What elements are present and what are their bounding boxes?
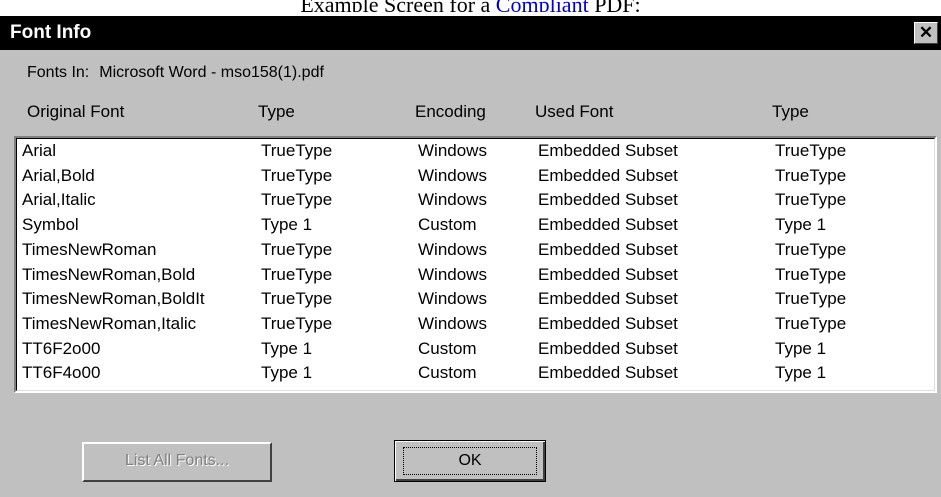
font-info-dialog: Font Info ✕ Fonts In: Microsoft Word - ms… — [0, 16, 941, 497]
cell-encoding: Windows — [418, 289, 487, 309]
table-row[interactable]: TT6F4o00 Type 1 Custom Embedded Subset Type … — [17, 361, 917, 385]
cell-encoding: Windows — [418, 165, 487, 185]
cell-original-font: TimesNewRoman,Italic — [22, 313, 197, 333]
cell-type: TrueType — [261, 141, 333, 160]
table-row[interactable]: Arial,Italic TrueType Windows Embedded Subs… — [17, 188, 917, 212]
cell-encoding: Custom — [418, 215, 477, 235]
caption-text-after: PDF: — [589, 0, 640, 12]
cell-used-type: Type 1 — [775, 215, 827, 235]
cell-type: TrueType — [261, 165, 333, 185]
close-button[interactable]: ✕ — [914, 22, 938, 44]
column-header-used-font: Used Font — [535, 102, 614, 121]
caption-text-before: Example Screen for a — [300, 0, 495, 12]
cell-used-font: Embedded Subset — [538, 289, 678, 309]
cell-used-type: TrueType — [775, 264, 847, 284]
cell-type: Type 1 — [261, 338, 313, 358]
cell-used-type: TrueType — [775, 165, 847, 185]
cell-original-font: Arial — [22, 141, 57, 160]
cell-used-type: TrueType — [775, 239, 847, 259]
ok-focus-rect: OK — [403, 447, 537, 475]
cell-used-font: Embedded Subset — [538, 363, 678, 383]
cell-type: Type 1 — [261, 215, 313, 235]
cell-used-type: TrueType — [775, 190, 847, 210]
title-bar[interactable]: Font Info ✕ — [0, 16, 941, 50]
cell-used-font: Embedded Subset — [538, 338, 678, 358]
cell-type: TrueType — [261, 264, 333, 284]
cell-type: Type 1 — [261, 363, 313, 383]
table-row[interactable]: TimesNewRoman TrueType Windows Embedded Sub… — [17, 238, 917, 262]
cell-encoding: Windows — [418, 141, 487, 160]
cell-original-font: Arial,Italic — [22, 190, 96, 210]
cell-used-type: TrueType — [775, 141, 847, 160]
cell-used-type: TrueType — [775, 313, 847, 333]
cell-used-type: Type 1 — [775, 338, 827, 358]
list-all-fonts-label: List All Fonts... — [124, 452, 230, 469]
font-list[interactable]: Arial TrueType Windows Embedded Subset TrueT… — [14, 136, 937, 393]
cell-original-font: Arial,Bold — [22, 165, 95, 185]
cell-encoding: Windows — [418, 190, 487, 210]
column-header-used-type: Type — [772, 102, 809, 121]
cell-original-font: TT6F4o00 — [22, 363, 101, 383]
cell-used-font: Embedded Subset — [538, 190, 678, 210]
ok-button[interactable]: OK — [394, 440, 546, 482]
fonts-in-label: Fonts In: — [27, 64, 90, 81]
fonts-in-line: Fonts In: Microsoft Word - mso158(1).pdf — [27, 64, 324, 82]
cell-original-font: TimesNewRoman — [22, 239, 157, 259]
cell-used-font: Embedded Subset — [538, 264, 678, 284]
column-header-original-font: Original Font — [27, 102, 125, 121]
cell-used-type: Type 1 — [775, 363, 827, 383]
cell-type: TrueType — [261, 190, 333, 210]
cell-used-type: TrueType — [775, 289, 847, 309]
table-row[interactable]: TT6F2o00 Type 1 Custom Embedded Subset Type … — [17, 337, 917, 361]
close-icon: ✕ — [918, 23, 934, 42]
cell-used-font: Embedded Subset — [538, 165, 678, 185]
cell-type: TrueType — [261, 239, 333, 259]
cell-type: TrueType — [261, 289, 333, 309]
cell-encoding: Windows — [418, 239, 487, 259]
caption-link[interactable]: Compliant — [496, 0, 589, 12]
cell-used-font: Embedded Subset — [538, 239, 678, 259]
cell-original-font: Symbol — [22, 215, 79, 235]
table-row[interactable]: TimesNewRoman,BoldIt TrueType Windows Embed… — [17, 287, 917, 311]
fonts-in-value: Microsoft Word - mso158(1).pdf — [99, 64, 324, 81]
ok-label: OK — [458, 452, 482, 469]
cell-used-font: Embedded Subset — [538, 215, 678, 235]
table-row[interactable]: Arial,Bold TrueType Windows Embedded Subset… — [17, 164, 917, 188]
table-row[interactable]: Symbol Type 1 Custom Embedded Subset Type 1 — [17, 213, 917, 237]
cell-encoding: Custom — [418, 338, 477, 358]
cell-type: TrueType — [261, 313, 333, 333]
column-header-encoding: Encoding — [415, 102, 486, 121]
cell-encoding: Windows — [418, 264, 487, 284]
cell-original-font: TimesNewRoman,BoldIt — [22, 289, 205, 309]
cell-encoding: Custom — [418, 363, 477, 383]
cell-used-font: Embedded Subset — [538, 313, 678, 333]
cell-original-font: TimesNewRoman,Bold — [22, 264, 196, 284]
page: Example Screen for a Compliant PDF: Font… — [0, 0, 941, 497]
table-row[interactable]: Arial TrueType Windows Embedded Subset TrueT… — [17, 139, 917, 163]
table-row[interactable]: TimesNewRoman,Italic TrueType Windows Embed… — [17, 312, 917, 336]
cell-used-font: Embedded Subset — [538, 141, 678, 160]
cell-encoding: Windows — [418, 313, 487, 333]
list-all-fonts-button[interactable]: List All Fonts... — [82, 442, 272, 482]
dialog-title: Font Info — [10, 22, 92, 43]
page-caption: Example Screen for a Compliant PDF: — [0, 0, 941, 12]
cell-original-font: TT6F2o00 — [22, 338, 101, 358]
table-row[interactable]: TimesNewRoman,Bold TrueType Windows Embedde… — [17, 263, 917, 287]
column-header-type: Type — [258, 102, 295, 121]
